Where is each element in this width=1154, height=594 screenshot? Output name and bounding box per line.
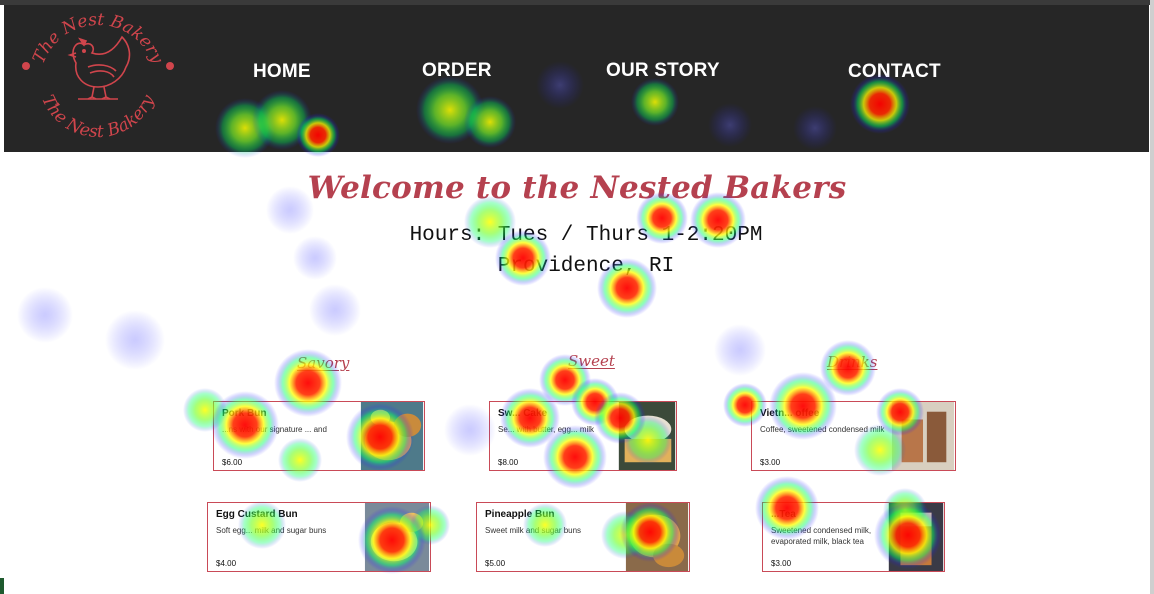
menu-card-egg-custard-bun[interactable]: Egg Custard Bun Soft egg... milk and sug… [207,502,431,572]
menu-item-name: Egg Custard Bun [216,509,298,520]
menu-item-price: $5.00 [485,559,506,568]
site-header: The Nest Bakery The Nest Bakery HOME ORD… [4,5,1149,152]
food-photo [360,402,424,470]
menu-item-name: Pineapple Bun [485,509,555,520]
menu-item-description: Coffee, sweetened condensed milk [760,425,885,434]
menu-item-name: ...Tea [771,509,796,520]
food-photo [618,402,676,470]
nav-home[interactable]: HOME [253,61,311,83]
category-sweet: Sweet [568,352,615,370]
nav-our-story[interactable]: OUR STORY [606,60,720,82]
menu-item-price: $6.00 [222,458,243,467]
menu-item-name: Pork Bun [222,408,267,419]
food-photo [364,503,430,571]
menu-item-price: $8.00 [498,458,519,467]
menu-card-vietnamese-coffee[interactable]: Vietn... offee Coffee, sweetened condens… [751,401,956,471]
nav-order[interactable]: ORDER [422,60,492,82]
menu-item-price: $4.00 [216,559,237,568]
menu-card-sweet-cake[interactable]: Sw... Cake Se... with butter, egg... mil… [489,401,677,471]
food-photo [888,503,944,571]
page-title: Welcome to the Nested Bakers [307,170,847,206]
menu-item-description: Soft egg... milk and sugar buns [216,526,327,535]
menu-item-name: Vietn... offee [760,408,820,419]
hours-text: Hours: Tues / Thurs 1-2:20PM [409,224,763,247]
menu-item-description: Se... with butter, egg... milk [498,425,595,434]
food-photo [625,503,689,571]
menu-item-name: Sw... Cake [498,408,548,419]
menu-item-price: $3.00 [771,559,792,568]
scrollbar[interactable] [1150,0,1154,594]
menu-card-pineapple-bun[interactable]: Pineapple Bun Sweet milk and sugar buns … [476,502,690,572]
nav-contact[interactable]: CONTACT [848,61,941,83]
menu-item-description: Sweetened condensed milk, evaporated mil… [771,526,872,546]
svg-text:The Nest Bakery: The Nest Bakery [29,10,167,67]
food-photo [891,402,955,470]
category-savory: Savory [297,354,350,372]
menu-card-milk-tea[interactable]: ...Tea Sweetened condensed milk, evapora… [762,502,945,572]
menu-item-description: ...ns with our signature ... and [222,425,327,434]
category-drinks: Drinks [827,353,878,371]
menu-card-pork-bun[interactable]: Pork Bun ...ns with our signature ... an… [213,401,425,471]
menu-item-description: Sweet milk and sugar buns [485,526,582,535]
menu-item-price: $3.00 [760,458,781,467]
edge-marker [0,578,4,594]
location-text: Providence, RI [497,255,675,278]
bakery-logo[interactable]: The Nest Bakery The Nest Bakery [18,5,178,145]
hen-icon [67,35,131,100]
